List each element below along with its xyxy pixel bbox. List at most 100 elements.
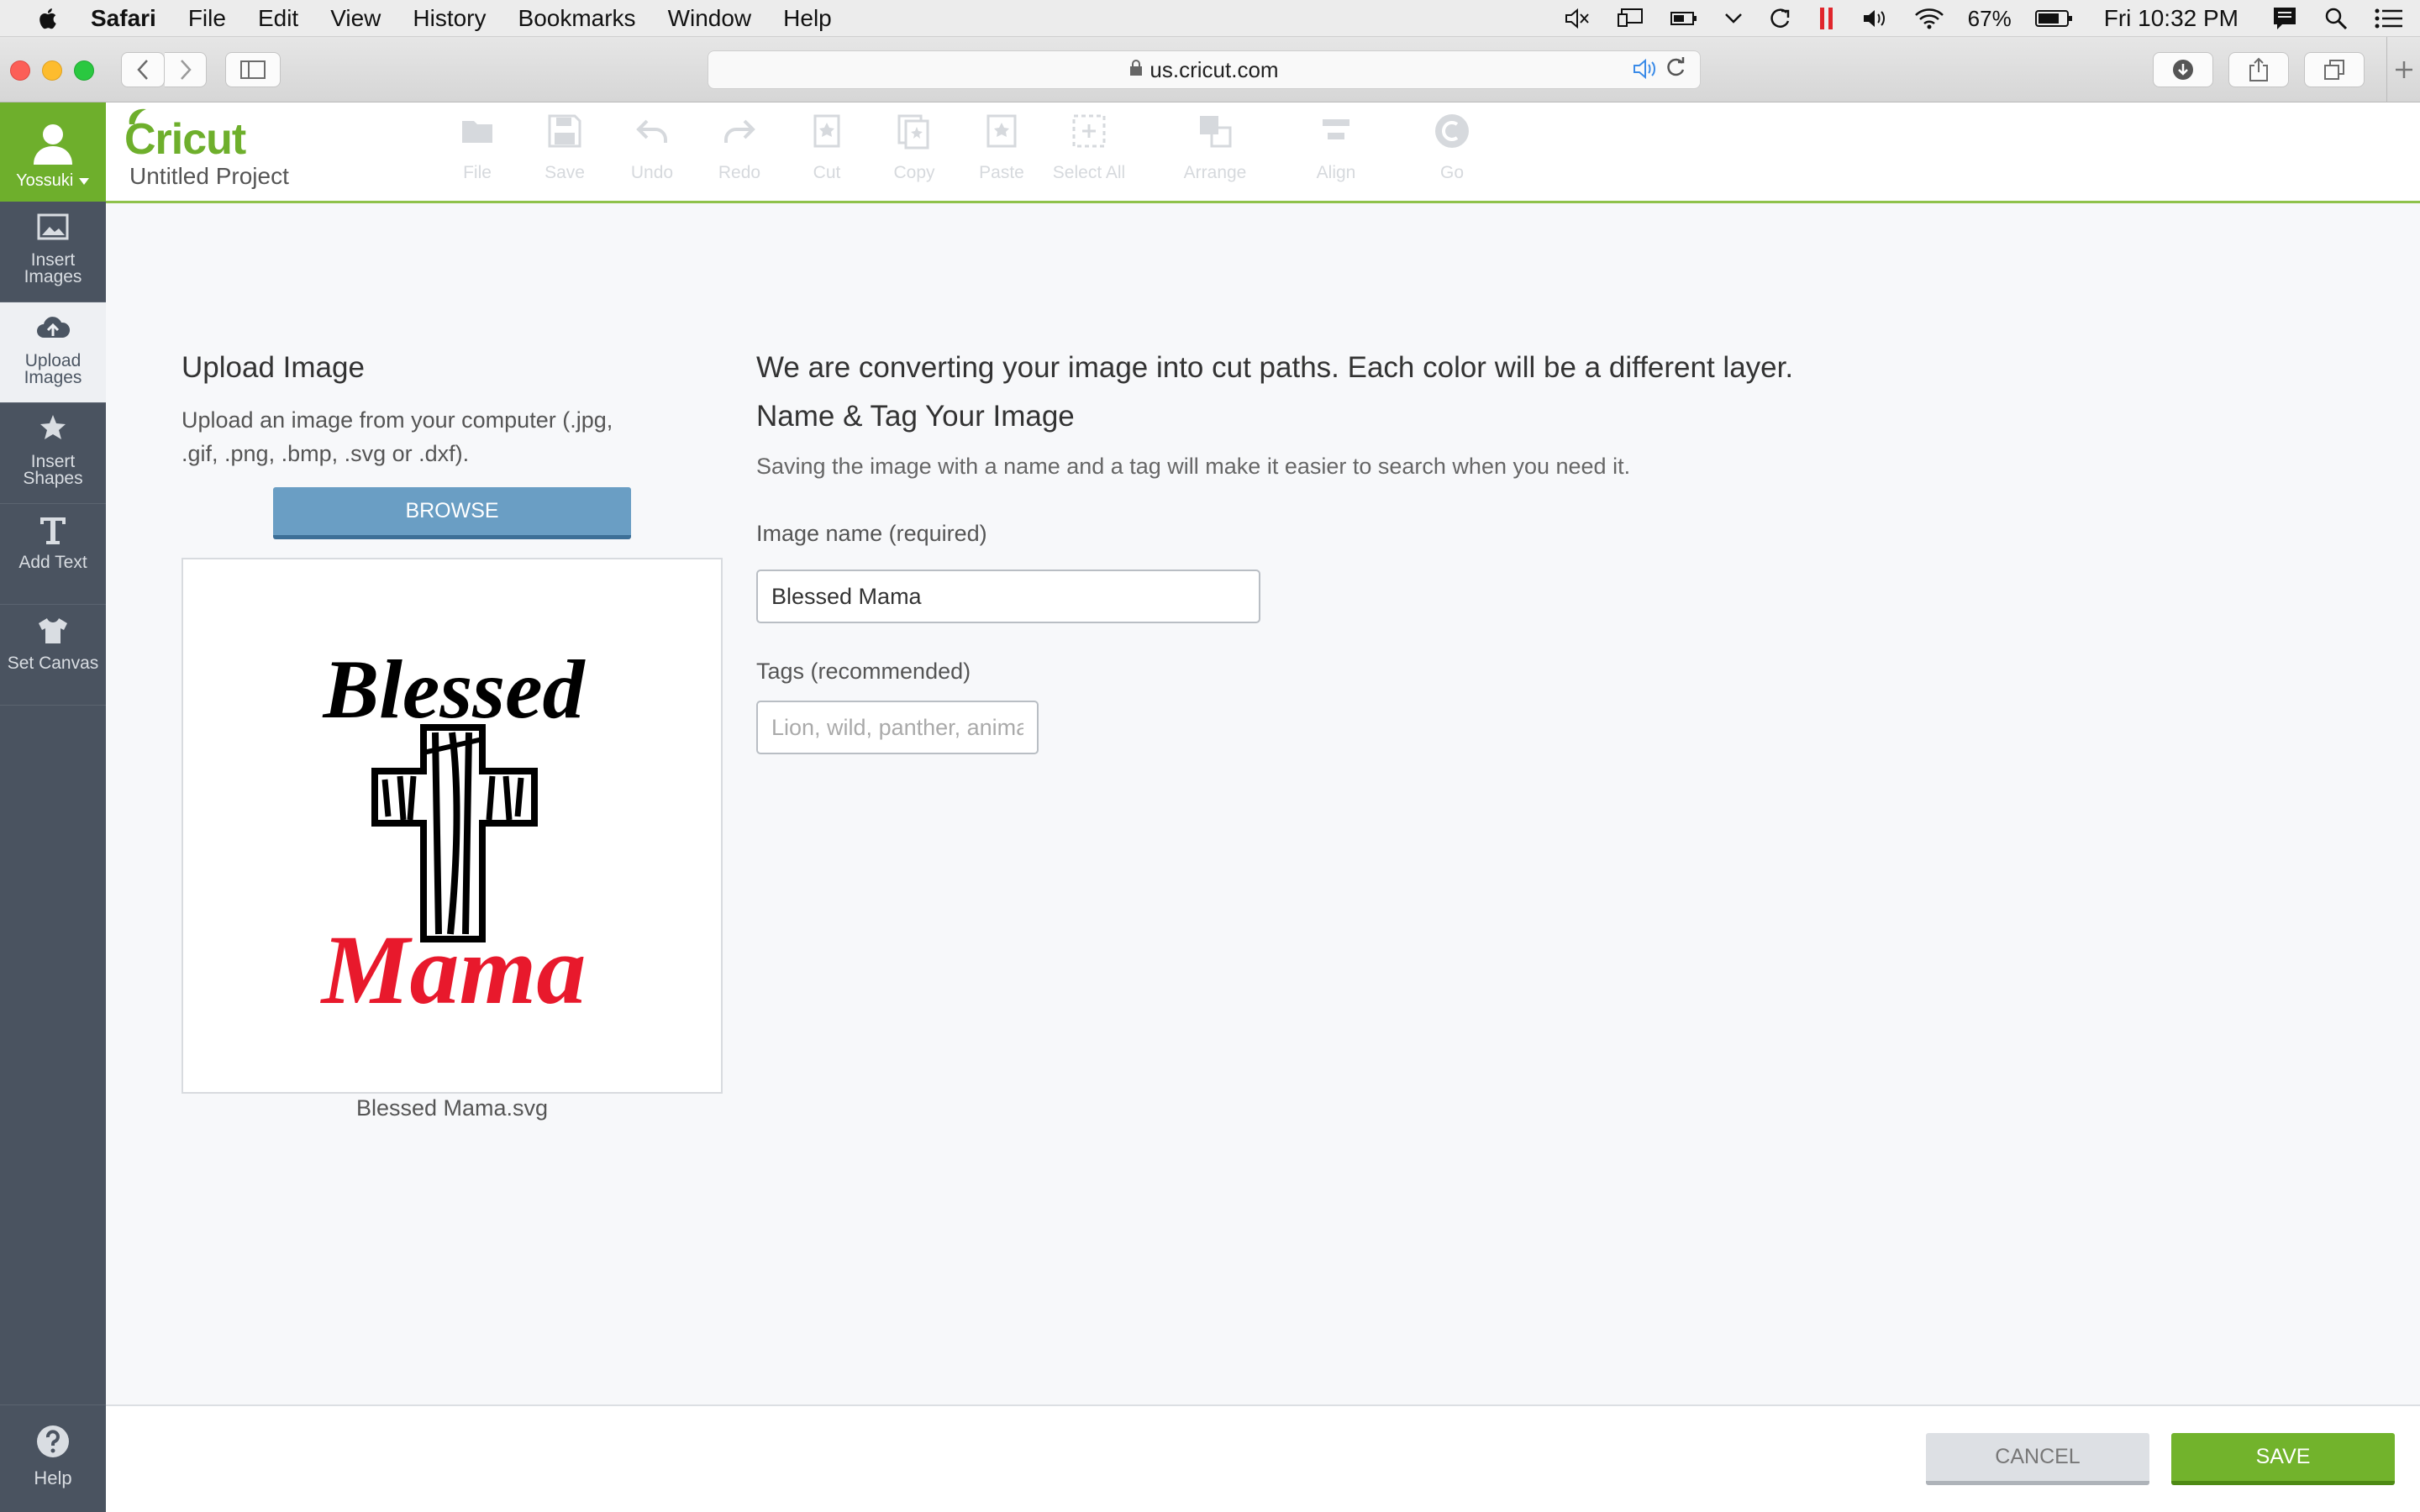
sidebar-item-insert-shapes[interactable]: Insert Shapes <box>0 403 106 504</box>
close-window-button[interactable] <box>10 60 30 81</box>
cut-icon <box>813 114 840 148</box>
toolbar-undo[interactable]: Undo <box>608 113 696 197</box>
toolbar-go[interactable]: Go <box>1408 113 1496 197</box>
battery-icon[interactable] <box>2034 9 2074 28</box>
menu-edit[interactable]: Edit <box>258 5 298 32</box>
notification-center-icon[interactable] <box>2375 8 2403 29</box>
battery-small-icon[interactable] <box>1670 10 1697 27</box>
sidebar-item-add-text[interactable]: Add Text <box>0 504 106 605</box>
arrange-icon <box>1200 116 1232 148</box>
menu-view[interactable]: View <box>330 5 381 32</box>
user-menu[interactable]: Yossuki <box>0 102 106 202</box>
sidebar-item-upload-images[interactable]: Upload Images <box>0 302 106 403</box>
caret-down-icon <box>78 178 89 185</box>
sidebar-item-insert-images[interactable]: Insert Images <box>0 202 106 302</box>
sidebar-item-set-canvas[interactable]: Set Canvas <box>0 605 106 706</box>
url-text: us.cricut.com <box>1150 56 1279 82</box>
menu-file[interactable]: File <box>188 5 226 32</box>
sidebar-icon <box>240 60 266 79</box>
notes-icon[interactable] <box>2272 6 2297 31</box>
image-name-label: Image name (required) <box>756 521 987 546</box>
tabs-icon <box>2324 60 2344 80</box>
shapes-icon <box>40 415 66 439</box>
fullscreen-window-button[interactable] <box>74 60 94 81</box>
name-tag-title: Name & Tag Your Image <box>756 400 1075 433</box>
safari-toolbar: us.cricut.com <box>0 37 2420 102</box>
user-avatar-icon <box>34 124 72 165</box>
name-tag-description: Saving the image with a name and a tag w… <box>756 454 1631 479</box>
toolbar-save[interactable]: Save <box>521 113 608 197</box>
cricut-logo[interactable]: Cricut <box>124 114 246 165</box>
mute-icon[interactable] <box>1565 8 1590 29</box>
reload-icon[interactable] <box>1665 55 1686 84</box>
toolbar-arrange[interactable]: Arrange <box>1156 113 1274 197</box>
toolbar-redo[interactable]: Redo <box>696 113 783 197</box>
share-icon <box>2249 57 2268 81</box>
save-button[interactable]: SAVE <box>2171 1433 2395 1485</box>
wifi-icon[interactable] <box>1914 8 1944 29</box>
spotlight-search-icon[interactable] <box>2324 7 2348 30</box>
app-header: Cricut Untitled Project File Save Undo R… <box>106 102 2420 203</box>
undo-icon <box>636 119 667 143</box>
sync-icon[interactable] <box>1770 8 1791 29</box>
upload-description: Upload an image from your computer (.jpg… <box>182 407 613 466</box>
menu-bookmarks[interactable]: Bookmarks <box>518 5 636 32</box>
apple-menu-icon[interactable] <box>37 7 57 30</box>
image-name-input[interactable] <box>756 570 1260 623</box>
menu-safari[interactable]: Safari <box>91 5 156 32</box>
cancel-button[interactable]: CANCEL <box>1926 1433 2149 1485</box>
sidebar-item-label: Insert Shapes <box>23 452 83 488</box>
username-label: Yossuki <box>0 171 106 191</box>
share-button[interactable] <box>2228 52 2289 87</box>
preview-word-top: Blessed <box>322 643 586 736</box>
chevron-down-icon[interactable] <box>1724 13 1743 24</box>
toolbar-select-all[interactable]: Select All <box>1045 113 1133 197</box>
lock-icon <box>1129 59 1143 81</box>
sidebar-item-help[interactable]: Help <box>0 1404 106 1512</box>
sidebar-item-label: Add Text <box>18 553 87 572</box>
upload-title: Upload Image <box>182 351 365 384</box>
conversion-message: We are converting your image into cut pa… <box>756 351 1794 384</box>
sidebar-toggle-button[interactable] <box>225 52 281 87</box>
airplay-icon[interactable] <box>1617 8 1644 29</box>
downloads-button[interactable] <box>2153 52 2213 87</box>
tabs-overview-button[interactable] <box>2304 52 2365 87</box>
menu-history[interactable]: History <box>413 5 486 32</box>
back-button[interactable] <box>121 52 165 87</box>
sidebar-item-label: Set Canvas <box>7 654 99 673</box>
select-all-icon <box>1072 114 1106 148</box>
go-icon <box>1435 114 1469 148</box>
left-sidebar: Yossuki Insert Images Upload Images Insert… <box>0 102 106 1512</box>
sidebar-item-label: Insert Images <box>24 250 82 286</box>
blessed-mama-artwork: Blessed Mama <box>320 643 587 1025</box>
toolbar-copy[interactable]: Copy <box>871 113 958 197</box>
pause-icon[interactable] <box>1818 6 1835 31</box>
tab-audio-icon[interactable] <box>1633 58 1658 86</box>
address-bar[interactable]: us.cricut.com <box>708 50 1701 89</box>
menu-clock[interactable]: Fri 10:32 PM <box>2104 5 2238 32</box>
cloud-upload-icon <box>37 317 71 338</box>
toolbar-cut[interactable]: Cut <box>783 113 871 197</box>
file-name-caption: Blessed Mama.svg <box>355 1095 549 1121</box>
menu-help[interactable]: Help <box>783 5 832 32</box>
toolbar-align[interactable]: Align <box>1277 113 1395 197</box>
forward-button[interactable] <box>165 52 207 87</box>
toolbar-paste[interactable]: Paste <box>958 113 1045 197</box>
new-tab-button[interactable] <box>2386 37 2420 102</box>
toolbar-file[interactable]: File <box>434 113 521 197</box>
align-icon <box>1323 119 1349 139</box>
minimize-window-button[interactable] <box>42 60 62 81</box>
preview-word-bottom: Mama <box>320 915 587 1025</box>
dialog-footer: CANCEL SAVE <box>106 1404 2420 1512</box>
tags-input[interactable] <box>756 701 1039 754</box>
cross-graphic <box>371 724 538 942</box>
redo-icon <box>724 119 755 143</box>
help-label: Help <box>34 1467 72 1488</box>
browse-button[interactable]: BROWSE <box>273 487 631 539</box>
chevron-left-icon <box>137 60 148 80</box>
copy-icon <box>897 114 929 150</box>
battery-percent: 67% <box>1967 5 2012 31</box>
project-name[interactable]: Untitled Project <box>129 163 289 190</box>
volume-icon[interactable] <box>1862 8 1887 29</box>
menu-window[interactable]: Window <box>668 5 752 32</box>
